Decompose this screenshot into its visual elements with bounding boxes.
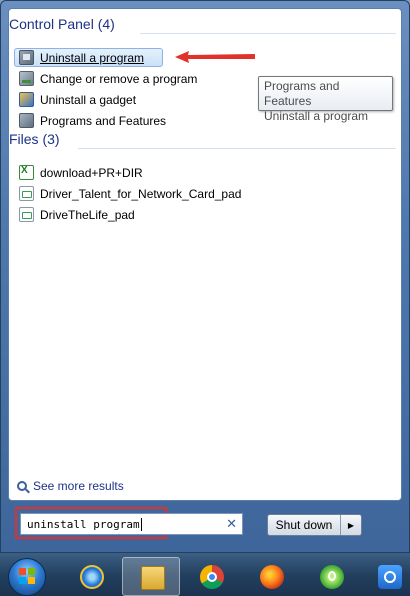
taskbar-app-firefox[interactable] <box>242 557 300 596</box>
taskbar-app-explorer[interactable] <box>122 557 180 596</box>
taskbar-app-green[interactable] <box>302 557 360 596</box>
change-program-icon <box>19 71 34 86</box>
result-label: Change or remove a program <box>40 71 198 86</box>
result-label: Uninstall a program <box>40 50 145 65</box>
taskbar-app-chrome[interactable] <box>182 557 240 596</box>
shut-down-button[interactable]: Shut down ▶ <box>267 514 362 536</box>
group-title-files[interactable]: Files (3) <box>9 131 60 147</box>
result-file-driver-talent[interactable]: Driver_Talent_for_Network_Card_pad <box>14 184 362 203</box>
result-file-download-pr-dir[interactable]: download+PR+DIR <box>14 163 362 182</box>
result-label: Driver_Talent_for_Network_Card_pad <box>40 186 242 201</box>
result-file-drivethelife[interactable]: DriveTheLife_pad <box>14 205 362 224</box>
gadget-icon <box>19 92 34 107</box>
close-icon[interactable]: ✕ <box>226 517 237 532</box>
group-title-control-panel[interactable]: Control Panel (4) <box>9 16 115 32</box>
result-label: download+PR+DIR <box>40 165 143 180</box>
search-input[interactable]: uninstall program ✕ <box>20 513 243 535</box>
internet-explorer-icon <box>80 565 104 589</box>
blue-app-icon <box>378 565 402 589</box>
see-more-results-link[interactable]: See more results <box>17 479 124 493</box>
see-more-label: See more results <box>33 479 124 493</box>
tooltip-line-1: Programs and Features <box>264 79 340 108</box>
search-icon <box>17 481 27 491</box>
chrome-icon <box>200 565 224 589</box>
taskbar-app-ie[interactable] <box>62 557 120 596</box>
windows-start-orb-icon[interactable] <box>8 558 46 596</box>
tooltip-line-2: Uninstall a program <box>264 109 369 123</box>
green-refresh-app-icon <box>320 565 344 589</box>
result-tooltip: Programs and Features Uninstall a progra… <box>258 76 393 123</box>
result-label: DriveTheLife_pad <box>40 207 135 222</box>
group-divider <box>78 148 396 149</box>
document-file-icon <box>19 186 34 201</box>
red-arrow-annotation <box>175 51 255 63</box>
excel-file-icon <box>19 165 34 180</box>
uninstall-program-icon <box>19 50 34 65</box>
file-explorer-icon <box>141 566 165 590</box>
result-label: Programs and Features <box>40 113 167 128</box>
result-uninstall-program[interactable]: Uninstall a program <box>14 48 163 67</box>
firefox-icon <box>260 565 284 589</box>
result-label: Uninstall a gadget <box>40 92 137 107</box>
programs-features-icon <box>19 113 34 128</box>
document-file-icon <box>19 207 34 222</box>
group-divider <box>140 33 396 34</box>
search-input-value: uninstall program <box>27 517 140 531</box>
taskbar-app-blue[interactable] <box>360 557 410 596</box>
text-caret <box>140 517 142 531</box>
shut-down-label: Shut down <box>268 515 341 535</box>
triangle-right-icon[interactable]: ▶ <box>341 515 361 535</box>
